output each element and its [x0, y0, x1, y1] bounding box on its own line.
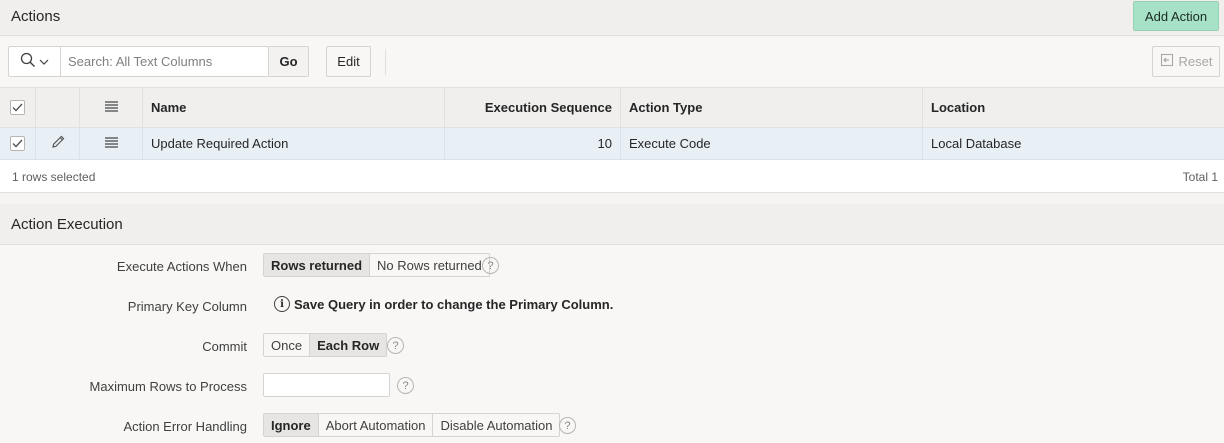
header-select-cell [0, 88, 36, 127]
help-icon[interactable]: ? [397, 377, 414, 394]
search-field [8, 46, 269, 77]
actions-region-header: Actions Add Action [0, 0, 1224, 36]
grid-footer: 1 rows selected Total 1 [0, 160, 1224, 193]
check-icon [12, 139, 23, 148]
grid-header: Name Execution Sequence Action Type Loca… [0, 87, 1224, 128]
commit-radio-group: Once Each Row [263, 333, 388, 357]
max-rows-label: Maximum Rows to Process [89, 379, 247, 394]
search-icon [20, 52, 36, 71]
error-handling-label: Action Error Handling [123, 419, 247, 434]
action-execution-title: Action Execution [11, 216, 123, 233]
column-header-action-type-label: Action Type [629, 100, 703, 115]
error-handling-ignore[interactable]: Ignore [263, 413, 319, 437]
column-header-location-label: Location [931, 100, 986, 115]
primary-key-message-text: Save Query in order to change the Primar… [294, 296, 614, 312]
column-header-execution-sequence[interactable]: Execution Sequence [445, 88, 621, 127]
row-select-cell [0, 128, 36, 159]
rows-selected-text: 1 rows selected [12, 170, 96, 184]
add-action-button[interactable]: Add Action [1133, 1, 1219, 31]
help-icon[interactable]: ? [387, 337, 404, 354]
grid-toolbar: Go Edit Reset [0, 37, 1224, 87]
search-columns-menu[interactable] [9, 47, 61, 76]
commit-label: Commit [202, 339, 247, 354]
column-header-name-label: Name [151, 100, 187, 115]
commit-once[interactable]: Once [263, 333, 311, 357]
action-execution-form: Execute Actions When Rows returned No Ro… [0, 245, 1224, 443]
primary-key-label: Primary Key Column [127, 299, 247, 314]
row-edit-cell [36, 128, 80, 159]
error-handling-disable[interactable]: Disable Automation [432, 413, 561, 437]
check-icon [12, 103, 23, 112]
header-edit-cell [36, 88, 80, 127]
reset-icon [1160, 53, 1174, 70]
table-row[interactable]: Update Required Action 10 Execute Code L… [0, 128, 1224, 160]
column-header-location[interactable]: Location [923, 88, 1224, 127]
primary-key-message: i Save Query in order to change the Prim… [274, 296, 613, 312]
commit-each-row[interactable]: Each Row [309, 333, 388, 357]
cell-location: Local Database [931, 136, 1022, 151]
reset-button[interactable]: Reset [1152, 46, 1220, 77]
execute-when-no-rows-returned[interactable]: No Rows returned [369, 253, 490, 277]
help-icon[interactable]: ? [559, 417, 576, 434]
search-input[interactable] [62, 47, 268, 76]
execute-when-radio-group: Rows returned No Rows returned [263, 253, 490, 277]
select-all-checkbox[interactable] [10, 100, 25, 115]
column-header-name[interactable]: Name [143, 88, 445, 127]
pencil-icon[interactable] [50, 134, 66, 153]
cell-action-type: Execute Code [621, 128, 923, 159]
hamburger-icon [104, 100, 118, 115]
execute-when-rows-returned[interactable]: Rows returned [263, 253, 371, 277]
error-handling-radio-group: Ignore Abort Automation Disable Automati… [263, 413, 561, 437]
go-button[interactable]: Go [269, 46, 309, 77]
help-icon[interactable]: ? [482, 257, 499, 274]
column-header-action-type[interactable]: Action Type [621, 88, 923, 127]
column-header-execution-sequence-label: Execution Sequence [484, 100, 612, 115]
execute-when-label: Execute Actions When [116, 259, 247, 274]
chevron-down-icon [39, 54, 49, 69]
info-icon: i [274, 296, 290, 312]
header-menu-cell [80, 88, 143, 127]
total-count: Total 1 [1182, 170, 1218, 184]
edit-button[interactable]: Edit [326, 46, 371, 77]
hamburger-icon[interactable] [104, 136, 118, 151]
row-menu-cell [80, 128, 143, 159]
action-execution-header: Action Execution [0, 204, 1224, 245]
cell-execution-sequence: 10 [445, 128, 621, 159]
toolbar-divider [385, 49, 386, 75]
cell-name: Update Required Action [143, 128, 445, 159]
max-rows-input[interactable] [263, 373, 390, 397]
row-checkbox[interactable] [10, 136, 25, 151]
reset-label: Reset [1178, 54, 1213, 69]
error-handling-abort[interactable]: Abort Automation [317, 413, 434, 437]
actions-region-title: Actions [11, 8, 61, 25]
